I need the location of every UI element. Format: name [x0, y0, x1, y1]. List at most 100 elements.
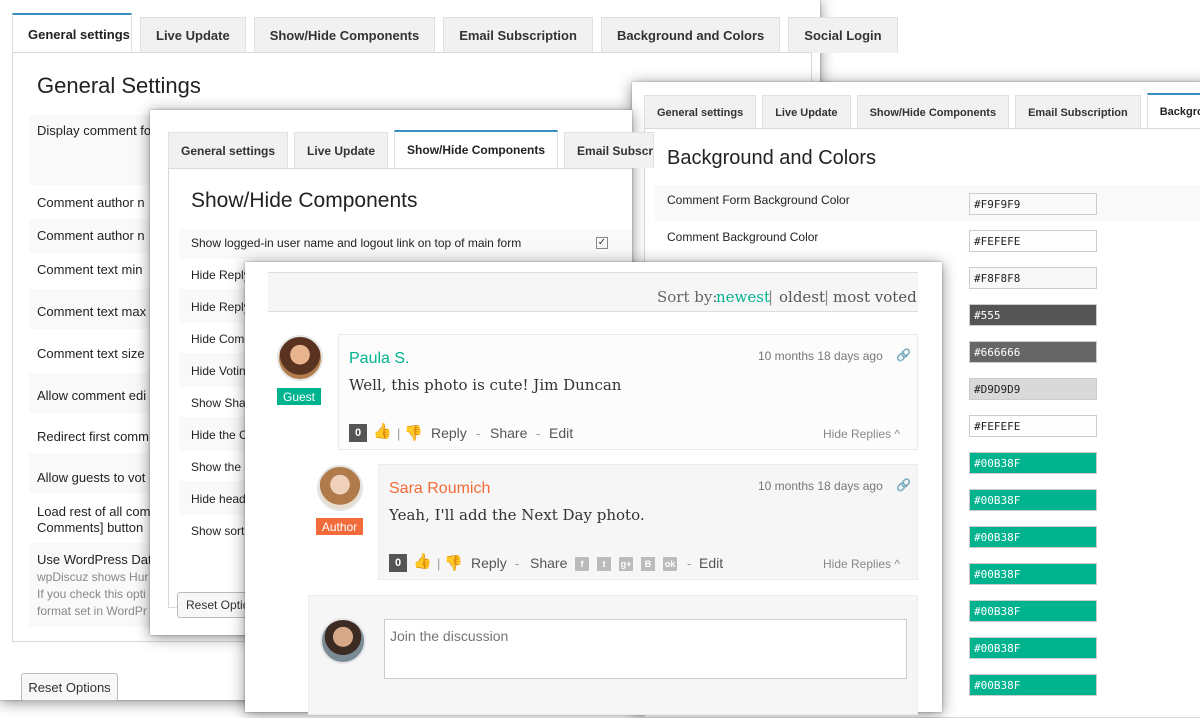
sort-label: Sort by: [657, 288, 718, 306]
ok-icon[interactable]: ok [663, 557, 677, 571]
tab-live-update[interactable]: Live Update [294, 132, 389, 168]
reset-options-button[interactable]: Reset Options [21, 673, 118, 701]
twitter-icon[interactable]: t [597, 557, 611, 571]
hide-replies-toggle[interactable]: Hide Replies ^ [823, 557, 900, 571]
checkbox[interactable]: ✓ [596, 237, 608, 249]
share-button[interactable]: Share [530, 555, 567, 571]
guest-badge: Guest [277, 388, 321, 405]
color-swatch-input[interactable]: #00B38F [969, 489, 1097, 511]
thumbs-up-icon[interactable]: 👍 [413, 552, 432, 570]
setting-label: Show the [191, 460, 242, 474]
sort-newest-link[interactable]: newest [716, 288, 770, 306]
setting-label: Comment text min [37, 262, 143, 277]
tab-show-hide-components[interactable]: Show/Hide Components [394, 130, 559, 168]
sort-separator: | [768, 288, 774, 306]
tab-email-subscription[interactable]: Email Subscription [1015, 95, 1141, 129]
color-swatch-input[interactable]: #00B38F [969, 637, 1097, 659]
tab-social-login[interactable]: Social Login [788, 17, 898, 53]
page-title: Show/Hide Components [191, 189, 418, 212]
comments-panel: Sort by: newest | oldest | most voted Gu… [245, 262, 942, 715]
thumbs-down-icon[interactable]: 👎 [444, 554, 463, 572]
color-swatch-input[interactable]: #666666 [969, 341, 1097, 363]
general-tabs: General settings Live Update Show/Hide C… [12, 13, 906, 53]
sort-most-voted-link[interactable]: most voted [833, 288, 917, 306]
setting-label: Allow guests to vot [37, 470, 146, 485]
tab-background-colors[interactable]: Background and Colors [600, 17, 781, 53]
vote-count: 0 [349, 424, 367, 442]
sort-separator: | [824, 288, 830, 306]
facebook-icon[interactable]: f [575, 557, 589, 571]
link-icon[interactable]: 🔗 [896, 478, 911, 492]
tab-general-settings[interactable]: General settings [168, 132, 289, 168]
action-separator: - [515, 556, 520, 571]
color-setting-label: Comment Background Color [667, 230, 819, 244]
color-swatch-input[interactable]: #00B38F [969, 600, 1097, 622]
sort-oldest-link[interactable]: oldest [779, 288, 825, 306]
color-swatch-input[interactable]: #00B38F [969, 674, 1097, 696]
vk-icon[interactable]: B [641, 557, 655, 571]
setting-label: Hide Reply [191, 300, 250, 314]
setting-label: Comments] button [37, 520, 144, 535]
avatar [320, 618, 366, 664]
setting-label: Comment author n [37, 195, 145, 210]
hide-replies-toggle[interactable]: Hide Replies ^ [823, 427, 900, 441]
setting-label: Hide Votin [191, 364, 246, 378]
tab-general-settings[interactable]: General settings [644, 95, 757, 129]
edit-button[interactable]: Edit [549, 425, 573, 441]
color-swatch-input[interactable]: #555 [969, 304, 1097, 326]
tab-live-update[interactable]: Live Update [140, 17, 246, 53]
googleplus-icon[interactable]: g+ [619, 557, 633, 571]
page-title: General Settings [37, 73, 201, 98]
setting-label: Hide head [191, 492, 246, 506]
color-swatch-input[interactable]: #00B38F [969, 526, 1097, 548]
avatar [277, 335, 323, 381]
color-swatch-input[interactable]: #F8F8F8 [969, 267, 1097, 289]
setting-label: Show sort [191, 524, 245, 538]
color-swatch-input[interactable]: #00B38F [969, 452, 1097, 474]
setting-description: If you check this opti [37, 587, 146, 601]
color-swatch-input[interactable]: #00B38F [969, 563, 1097, 585]
setting-label: Hide Com [191, 332, 245, 346]
comment-author-name[interactable]: Sara Roumich [389, 480, 490, 498]
tab-live-update[interactable]: Live Update [762, 95, 851, 129]
tab-general-settings[interactable]: General settings [12, 13, 132, 53]
setting-label: Load rest of all com [37, 504, 151, 519]
action-separator: - [476, 426, 481, 441]
vote-count: 0 [389, 554, 407, 572]
setting-description: wpDiscuz shows Hur [37, 570, 149, 584]
tab-show-hide-components[interactable]: Show/Hide Components [253, 17, 436, 53]
color-swatch-input[interactable]: #F9F9F9 [969, 193, 1097, 215]
page-title: Background and Colors [667, 147, 877, 169]
comment-text: Well, this photo is cute! Jim Duncan [349, 376, 622, 394]
color-swatch-input[interactable]: #D9D9D9 [969, 378, 1097, 400]
comment-textarea[interactable] [384, 619, 907, 679]
reply-button[interactable]: Reply [431, 425, 467, 441]
setting-label: Comment text max [37, 304, 147, 319]
action-separator: - [536, 426, 541, 441]
edit-button[interactable]: Edit [699, 555, 723, 571]
link-icon[interactable]: 🔗 [896, 348, 911, 362]
color-swatch-input[interactable]: #FEFEFE [969, 415, 1097, 437]
thumbs-up-icon[interactable]: 👍 [373, 422, 392, 440]
comment-date: 10 months 18 days ago [758, 479, 883, 493]
tab-email-subscription[interactable]: Email Subscrip [564, 132, 655, 168]
tab-email-subscription[interactable]: Email Subscription [443, 17, 593, 53]
tab-show-hide-components[interactable]: Show/Hide Components [856, 95, 1010, 129]
setting-label: Display comment fo [37, 123, 152, 138]
reply-button[interactable]: Reply [471, 555, 507, 571]
thumbs-down-icon[interactable]: 👎 [404, 424, 423, 442]
author-badge: Author [316, 518, 363, 535]
setting-label: Comment author n [37, 228, 145, 243]
comment-author-name[interactable]: Paula S. [349, 350, 409, 368]
setting-label: Redirect first comm [37, 429, 149, 444]
setting-label: Show logged-in user name and logout link… [191, 236, 522, 250]
vote-separator: | [397, 426, 401, 441]
color-setting-label: Comment Form Background Color [667, 193, 850, 207]
tab-background-colors[interactable]: Background an [1146, 93, 1200, 129]
color-swatch-input[interactable]: #FEFEFE [969, 230, 1097, 252]
setting-description: format set in WordPr [37, 604, 147, 618]
setting-label: Show Sha [191, 396, 246, 410]
setting-label: Hide Reply [191, 268, 250, 282]
vote-separator: | [437, 556, 441, 571]
share-button[interactable]: Share [490, 425, 527, 441]
